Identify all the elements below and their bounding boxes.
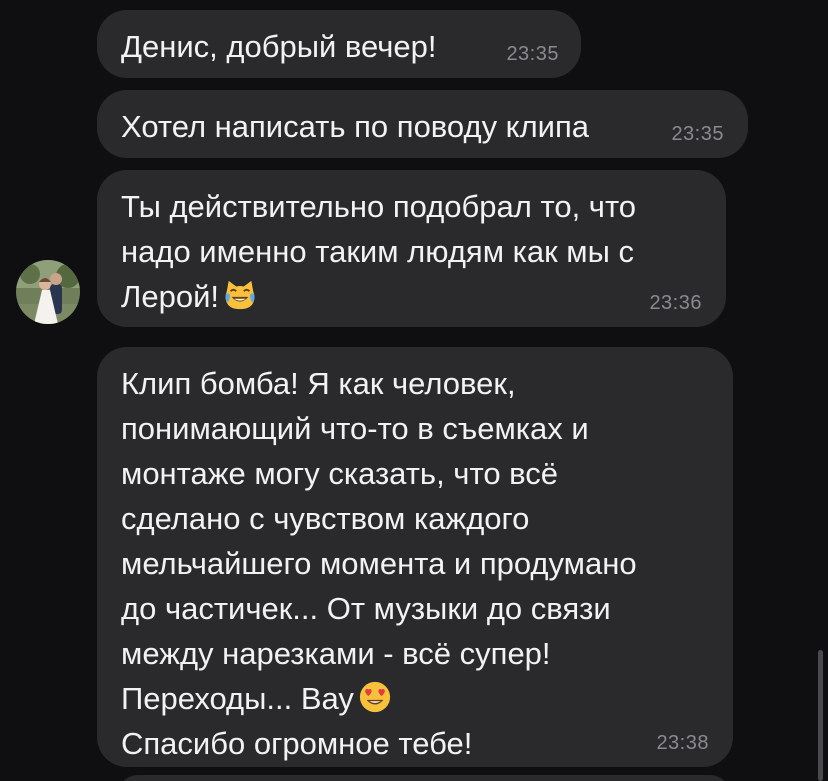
heart-eyes-emoji [359,681,391,713]
message-text: Хотел написать по поводу клипа [121,109,590,144]
chat-view: Денис, добрый вечер! 23:35 Хотел написат… [0,0,828,781]
message-time: 23:36 [649,292,702,314]
message-line: Клип бомба! Я как человек, [121,366,516,401]
message-line: до частичек... От музыки до связи [121,591,611,626]
message-line: сделано с чувством каждого [121,501,530,536]
avatar[interactable] [16,260,80,324]
message-time: 23:35 [671,123,724,145]
message-bubble[interactable]: Денис, добрый вечер! 23:35 [97,10,581,78]
message-bubble[interactable]: Хотел написать по поводу клипа 23:35 [97,90,748,158]
message-bubble[interactable]: Ты действительно подобрал то, что надо и… [97,170,726,327]
message-text: Ты действительно подобрал то, что надо и… [121,184,636,319]
message-line: мельчайшего момента и продумано [121,546,637,581]
message-line: понимающий что-то в съемках и [121,411,589,446]
message-time: 23:38 [656,732,709,754]
scrollbar[interactable] [818,650,823,781]
message-line: Переходы... Вау [121,681,354,716]
cat-tears-of-joy-emoji [225,280,255,310]
message-line: надо именно таким людям как мы с [121,234,634,269]
message-text: Клип бомба! Я как человек, понимающий чт… [121,361,637,766]
message-bubble-partial[interactable] [118,775,730,781]
message-time: 23:35 [506,43,559,65]
message-text: Денис, добрый вечер! [121,29,437,64]
message-line: Ты действительно подобрал то, что [121,189,637,224]
message-bubble[interactable]: Клип бомба! Я как человек, понимающий чт… [97,347,733,767]
wedding-photo-icon [16,260,80,324]
message-line: монтаже могу сказать, что всё [121,456,559,491]
message-line: между нарезками - всё супер! [121,636,551,671]
message-line: Лерой! [121,279,219,314]
message-line: Спасибо огромное тебе! [121,726,473,761]
